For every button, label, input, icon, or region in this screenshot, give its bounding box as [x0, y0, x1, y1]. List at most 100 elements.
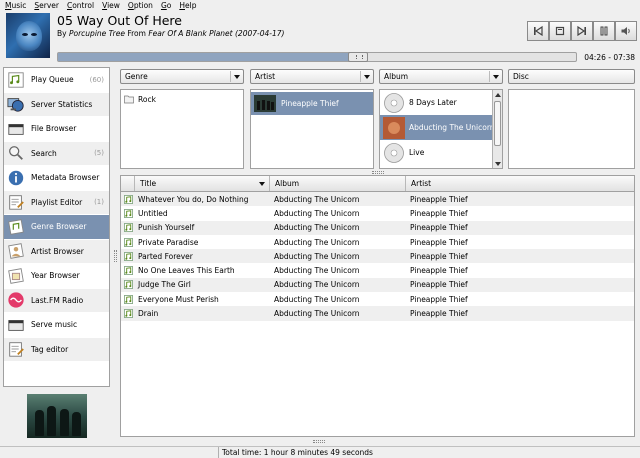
- track-artist: Pineapple Thief: [410, 309, 468, 319]
- sidebar-item-metadata-browser[interactable]: Metadata Browser: [4, 166, 109, 191]
- sidebar-splitter[interactable]: [114, 250, 117, 262]
- next-button[interactable]: [571, 21, 593, 41]
- now-playing-title: 05 Way Out Of Here: [57, 13, 182, 28]
- track-title: Everyone Must Perish: [138, 294, 219, 304]
- queue-icon: [6, 70, 26, 90]
- menu-go[interactable]: Go: [161, 1, 171, 10]
- track-title: Judge The Girl: [138, 280, 191, 290]
- artist-list[interactable]: Pineapple Thief: [250, 89, 374, 169]
- browser-splitter[interactable]: [372, 171, 384, 174]
- menu-option[interactable]: Option: [128, 1, 153, 10]
- track-album: Abducting The Unicorn: [274, 266, 360, 276]
- track-album: Abducting The Unicorn: [274, 208, 360, 218]
- list-item[interactable]: Rock: [121, 92, 243, 106]
- disc-list[interactable]: [508, 89, 635, 169]
- sidebar-item-label: Play Queue: [31, 75, 74, 85]
- music-note-icon: [121, 251, 135, 261]
- sidebar-item-tag-editor[interactable]: Tag editor: [4, 337, 109, 362]
- server-icon: [6, 94, 26, 114]
- list-item[interactable]: Pineapple Thief: [251, 92, 373, 115]
- table-row[interactable]: Private Paradise Abducting The Unicorn Pin…: [121, 235, 634, 249]
- stop-icon: [555, 26, 565, 36]
- track-album: Abducting The Unicorn: [274, 280, 360, 290]
- scroll-up-icon[interactable]: [493, 90, 502, 99]
- seek-handle[interactable]: [348, 52, 369, 62]
- table-row[interactable]: Whatever You do, Do Nothing Abducting The…: [121, 192, 634, 207]
- column-header-title-label: Title: [140, 179, 157, 188]
- artist-thumbnail: [27, 394, 87, 438]
- table-row[interactable]: No One Leaves This Earth Abducting The Un…: [121, 263, 634, 277]
- disc-combo-label: Disc: [513, 72, 529, 81]
- band-figure-art: [60, 409, 69, 436]
- music-note-icon: [121, 208, 135, 218]
- sidebar-item-play-queue[interactable]: Play Queue (60): [4, 68, 109, 93]
- artist-item-label: Pineapple Thief: [281, 99, 339, 108]
- table-row[interactable]: Parted Forever Abducting The Unicorn Pinea…: [121, 249, 634, 264]
- track-album: Abducting The Unicorn: [274, 251, 360, 261]
- elapsed-time: 04:26: [584, 53, 606, 62]
- album-item-label: 8 Days Later: [409, 98, 457, 107]
- music-note-icon: [121, 223, 135, 233]
- sidebar-item-label: Playlist Editor: [31, 197, 83, 207]
- genre-list[interactable]: Rock: [120, 89, 244, 169]
- column-header-artist[interactable]: Artist: [406, 176, 634, 191]
- column-header-album[interactable]: Album: [270, 176, 406, 191]
- column-header-album-label: Album: [275, 179, 300, 188]
- menu-accelerator: M: [5, 1, 12, 10]
- sidebar-item-artist-browser[interactable]: Artist Browser: [4, 239, 109, 264]
- table-row[interactable]: Drain Abducting The Unicorn Pineapple Thie…: [121, 306, 634, 321]
- sidebar-item-label: File Browser: [31, 124, 77, 134]
- track-album: Abducting The Unicorn: [274, 309, 360, 319]
- table-row[interactable]: Untitled Abducting The Unicorn Pineapple T…: [121, 206, 634, 220]
- artist-icon: [6, 241, 26, 261]
- sidebar-item-playlist-editor[interactable]: Playlist Editor (1): [4, 190, 109, 215]
- play-pause-button[interactable]: [593, 21, 615, 41]
- table-row[interactable]: Punish Yourself Abducting The Unicorn Pine…: [121, 220, 634, 235]
- list-item[interactable]: 8 Days Later: [380, 90, 502, 115]
- album-combo[interactable]: Album: [379, 69, 503, 84]
- list-item[interactable]: Abducting The Unicorn: [380, 115, 502, 140]
- menu-help[interactable]: Help: [179, 1, 196, 10]
- artist-combo[interactable]: Artist: [250, 69, 374, 84]
- volume-button[interactable]: [615, 21, 637, 41]
- genre-icon: [6, 217, 26, 237]
- prev-button[interactable]: [527, 21, 549, 41]
- serve-icon: [6, 315, 26, 335]
- sidebar-item-year-browser[interactable]: Year Browser: [4, 264, 109, 289]
- music-note-icon: [121, 309, 135, 319]
- menu-music[interactable]: Music: [5, 1, 26, 10]
- table-row[interactable]: Judge The Girl Abducting The Unicorn Pinea…: [121, 277, 634, 293]
- menu-server[interactable]: Server: [34, 1, 59, 10]
- bottom-splitter[interactable]: [313, 440, 325, 443]
- sidebar-item-label: Last.FM Radio: [31, 295, 84, 305]
- menu-view[interactable]: View: [102, 1, 120, 10]
- scroll-down-icon[interactable]: [493, 159, 502, 168]
- status-bar: Total time: 1 hour 8 minutes 49 seconds: [0, 446, 640, 458]
- sidebar-item-genre-browser[interactable]: Genre Browser: [4, 215, 109, 240]
- menu-accelerator: C: [66, 1, 73, 10]
- sidebar-item-search[interactable]: Search (5): [4, 141, 109, 166]
- list-item[interactable]: Live: [380, 140, 502, 165]
- sidebar-item-serve-music[interactable]: Serve music: [4, 313, 109, 338]
- info-icon: [6, 168, 26, 188]
- music-note-icon: [121, 194, 135, 204]
- album-list[interactable]: 8 Days Later Abducting The Unicorn Live: [379, 89, 503, 169]
- table-row[interactable]: Everyone Must Perish Abducting The Unicor…: [121, 292, 634, 306]
- disc-combo[interactable]: Disc: [508, 69, 635, 84]
- now-playing-info: By Porcupine Tree From Fear Of A Blank P…: [57, 29, 284, 38]
- genre-combo[interactable]: Genre: [120, 69, 244, 84]
- seek-slider[interactable]: [57, 52, 577, 62]
- time-separator: -: [608, 53, 611, 62]
- sidebar-item-server-statistics[interactable]: Server Statistics: [4, 92, 109, 117]
- column-header-title[interactable]: Title: [135, 176, 270, 191]
- cover-eye-art: [31, 33, 37, 36]
- sidebar-item-file-browser[interactable]: File Browser: [4, 117, 109, 142]
- artist-combo-label: Artist: [255, 72, 276, 81]
- album-item-label: Abducting The Unicorn: [409, 123, 495, 132]
- album-list-scrollbar[interactable]: [492, 90, 502, 168]
- sidebar-item-last-fm-radio[interactable]: Last.FM Radio: [4, 288, 109, 313]
- artist-photo-icon: [254, 95, 276, 112]
- stop-button[interactable]: [549, 21, 571, 41]
- menu-control[interactable]: Control: [67, 1, 94, 10]
- scroll-thumb[interactable]: [494, 101, 501, 146]
